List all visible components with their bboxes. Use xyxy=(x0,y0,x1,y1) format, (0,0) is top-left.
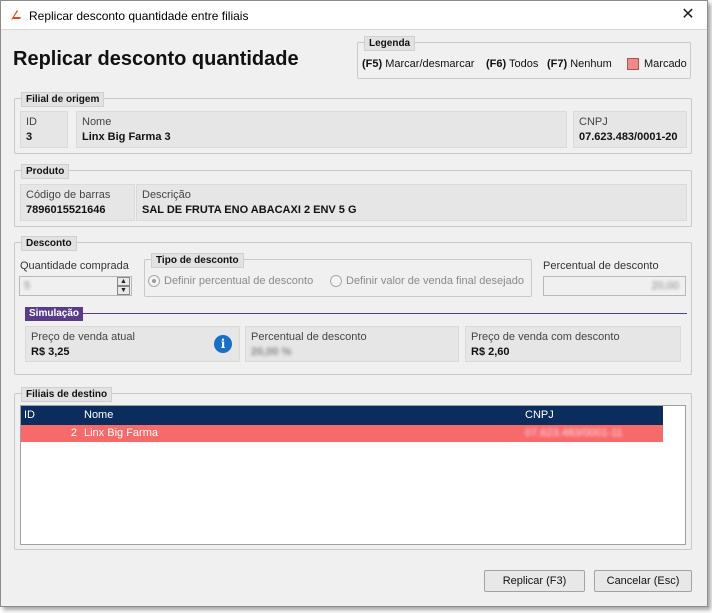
sim-percent-field: Percentual de desconto 20,00 % xyxy=(245,326,459,362)
origin-name-field: Nome Linx Big Farma 3 xyxy=(76,111,567,148)
origin-id-label: ID xyxy=(26,116,37,128)
replicate-button[interactable]: Replicar (F3) xyxy=(484,570,585,592)
radio-percentual-label: Definir percentual de desconto xyxy=(164,275,314,287)
col-header-nome[interactable]: Nome xyxy=(84,409,113,421)
discount-title: Desconto xyxy=(21,236,77,251)
title-bar: Replicar desconto quantidade entre filia… xyxy=(1,1,707,30)
current-price-value: R$ 3,25 xyxy=(31,346,70,358)
quantity-stepper[interactable]: 5 xyxy=(19,276,132,296)
table-header: ID Nome CNPJ xyxy=(21,406,663,425)
origin-name-value: Linx Big Farma 3 xyxy=(82,131,171,143)
product-group: Produto Código de barras 7896015521646 D… xyxy=(14,164,692,227)
discounted-price-label: Preço de venda com desconto xyxy=(471,331,620,343)
percent-discount-value: 20,00 xyxy=(651,280,679,292)
legend-item-f6: (F6) Todos xyxy=(486,58,539,70)
percent-discount-input[interactable]: 20,00 xyxy=(543,276,686,296)
origin-id-field: ID 3 xyxy=(20,111,68,148)
origin-id-value: 3 xyxy=(26,131,33,143)
percent-discount-label: Percentual de desconto xyxy=(543,260,659,272)
radio-valor-final[interactable] xyxy=(330,275,342,287)
marked-color-swatch xyxy=(627,58,639,70)
app-logo-icon xyxy=(11,10,21,20)
radio-percentual[interactable] xyxy=(148,275,160,287)
legend-title: Legenda xyxy=(364,36,416,51)
current-price-field: Preço de venda atual R$ 3,25 xyxy=(25,326,240,362)
info-icon[interactable]: i xyxy=(214,335,232,353)
row-id: 2 xyxy=(70,427,77,439)
sim-percent-value: 20,00 % xyxy=(251,346,292,358)
quantity-label: Quantidade comprada xyxy=(20,260,129,272)
origin-cnpj-label: CNPJ xyxy=(579,116,608,128)
table-row[interactable]: 2 Linx Big Farma 07.623.483/0001-11 xyxy=(21,425,663,442)
destination-table[interactable]: ID Nome CNPJ 2 Linx Big Farma 07.623.483… xyxy=(20,405,686,545)
cancel-button[interactable]: Cancelar (Esc) xyxy=(594,570,692,592)
col-header-id[interactable]: ID xyxy=(24,409,35,421)
legend-marked-label: Marcado xyxy=(644,58,687,70)
current-price-label: Preço de venda atual xyxy=(31,331,135,343)
barcode-field: Código de barras 7896015521646 xyxy=(20,184,135,221)
origin-branch-title: Filial de origem xyxy=(21,92,105,107)
quantity-value: 5 xyxy=(24,280,31,292)
legend-item-f7: (F7) Nenhum xyxy=(547,58,612,70)
description-value: SAL DE FRUTA ENO ABACAXI 2 ENV 5 G xyxy=(142,204,357,216)
origin-cnpj-field: CNPJ 07.623.483/0001-20 xyxy=(573,111,687,148)
origin-branch-group: Filial de origem ID 3 Nome Linx Big Farm… xyxy=(14,92,692,154)
quantity-decrease-button[interactable]: ▼ xyxy=(117,286,130,295)
origin-cnpj-value: 07.623.483/0001-20 xyxy=(579,131,678,143)
barcode-label: Código de barras xyxy=(26,189,111,201)
description-field: Descrição SAL DE FRUTA ENO ABACAXI 2 ENV… xyxy=(136,184,687,221)
page-title: Replicar desconto quantidade xyxy=(13,48,299,70)
row-nome: Linx Big Farma xyxy=(84,427,158,439)
sim-percent-label: Percentual de desconto xyxy=(251,331,367,343)
quantity-increase-button[interactable]: ▲ xyxy=(117,277,130,286)
window-title: Replicar desconto quantidade entre filia… xyxy=(29,9,249,23)
barcode-value: 7896015521646 xyxy=(26,204,106,216)
description-label: Descrição xyxy=(142,189,191,201)
simulation-divider xyxy=(25,313,687,314)
legend-group: Legenda (F5) Marcar/desmarcar (F6) Todos… xyxy=(357,36,691,79)
discounted-price-value: R$ 2,60 xyxy=(471,346,510,358)
radio-valor-final-label: Definir valor de venda final desejado xyxy=(346,275,524,287)
row-cnpj: 07.623.483/0001-11 xyxy=(525,427,623,439)
col-header-cnpj[interactable]: CNPJ xyxy=(525,409,554,421)
origin-name-label: Nome xyxy=(82,116,112,128)
dialog-window: Replicar desconto quantidade entre filia… xyxy=(0,0,708,607)
destination-branches-title: Filiais de destino xyxy=(21,387,113,402)
simulation-title: Simulação xyxy=(25,307,84,321)
legend-item-f5: (F5) Marcar/desmarcar xyxy=(362,58,475,70)
close-icon[interactable]: ✕ xyxy=(677,5,699,25)
discounted-price-field: Preço de venda com desconto R$ 2,60 xyxy=(465,326,681,362)
product-title: Produto xyxy=(21,164,70,179)
discount-type-title: Tipo de desconto xyxy=(151,253,244,268)
